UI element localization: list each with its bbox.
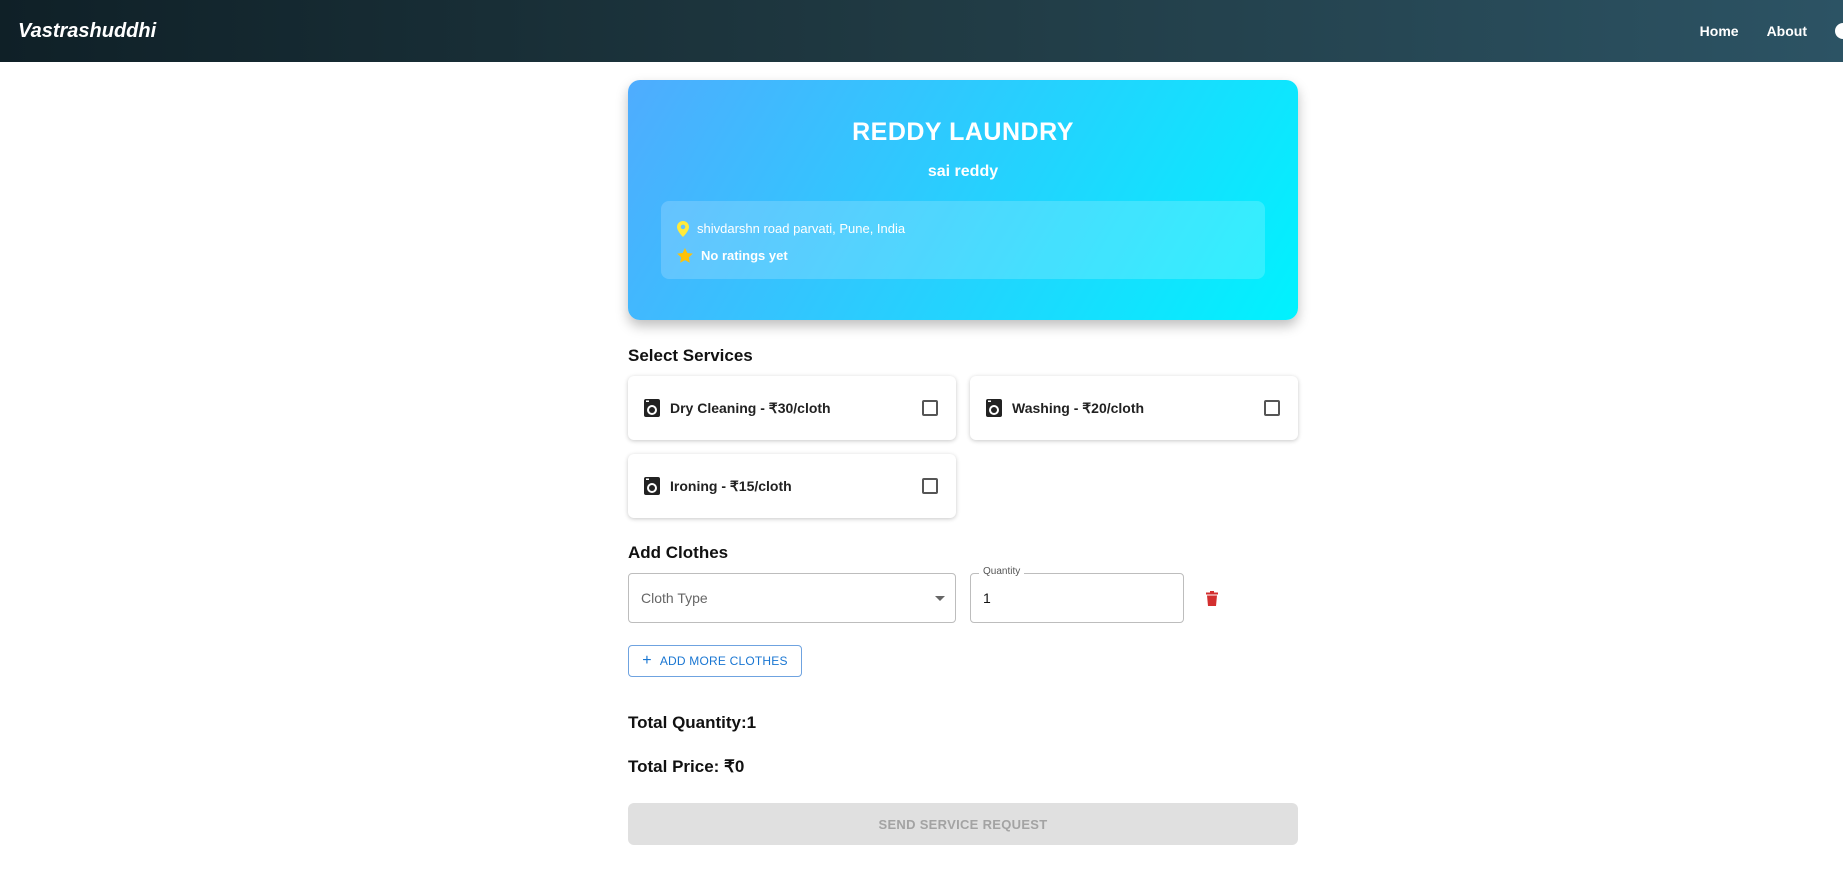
service-card-ironing[interactable]: Ironing - ₹15/cloth [628,454,956,518]
select-services-heading: Select Services [628,346,753,365]
shop-rating: No ratings yet [701,248,788,263]
service-checkbox[interactable] [1264,400,1280,416]
service-checkbox[interactable] [922,478,938,494]
washing-machine-icon [644,399,660,417]
washing-machine-icon [644,477,660,495]
quantity-field[interactable]: Quantity 1 [970,566,1184,623]
cloth-entry-row: Cloth Type Quantity 1 [628,566,1298,623]
plus-icon: + [642,652,652,669]
add-more-clothes-label: ADD MORE CLOTHES [659,654,788,668]
quantity-label: Quantity [979,566,1025,577]
dropdown-caret-icon [935,596,945,601]
shop-details-box: shivdarshn road parvati, Pune, India No … [661,201,1265,279]
top-navbar: Vastrashuddhi Home About [0,0,1843,62]
nav-links: Home About [1700,0,1843,62]
services-grid: Dry Cleaning - ₹30/cloth Washing - ₹20/c… [628,376,1298,518]
brand-logo[interactable]: Vastrashuddhi [18,20,156,43]
cloth-type-placeholder: Cloth Type [641,590,708,606]
service-checkbox[interactable] [922,400,938,416]
main-content: REDDY LAUNDRY sai reddy shivdarshn road … [628,80,1298,845]
washing-machine-icon [986,399,1002,417]
add-more-clothes-button[interactable]: + ADD MORE CLOTHES [628,645,802,677]
service-card-dry-cleaning[interactable]: Dry Cleaning - ₹30/cloth [628,376,956,440]
location-pin-icon [677,220,689,237]
profile-avatar-icon[interactable] [1835,23,1843,39]
total-quantity: Total Quantity:1 [628,713,757,732]
total-price: Total Price: ₹0 [628,757,745,776]
service-label: Washing - ₹20/cloth [1012,399,1145,416]
nav-about-link[interactable]: About [1767,23,1807,39]
send-service-request-button[interactable]: SEND SERVICE REQUEST [628,803,1298,845]
delete-icon[interactable] [1206,590,1218,606]
star-icon [677,248,693,263]
cloth-type-select[interactable]: Cloth Type [628,573,956,623]
service-label: Ironing - ₹15/cloth [670,477,792,494]
shop-info-card: REDDY LAUNDRY sai reddy shivdarshn road … [628,80,1298,320]
service-label: Dry Cleaning - ₹30/cloth [670,399,831,416]
service-card-washing[interactable]: Washing - ₹20/cloth [970,376,1298,440]
nav-home-link[interactable]: Home [1700,23,1739,39]
add-clothes-heading: Add Clothes [628,543,729,562]
shop-owner-name: sai reddy [927,163,999,180]
shop-rating-row: No ratings yet [677,242,1249,269]
shop-name: REDDY LAUNDRY [852,118,1074,146]
shop-address: shivdarshn road parvati, Pune, India [697,221,906,236]
shop-address-row: shivdarshn road parvati, Pune, India [677,215,1249,242]
quantity-value: 1 [983,590,991,606]
